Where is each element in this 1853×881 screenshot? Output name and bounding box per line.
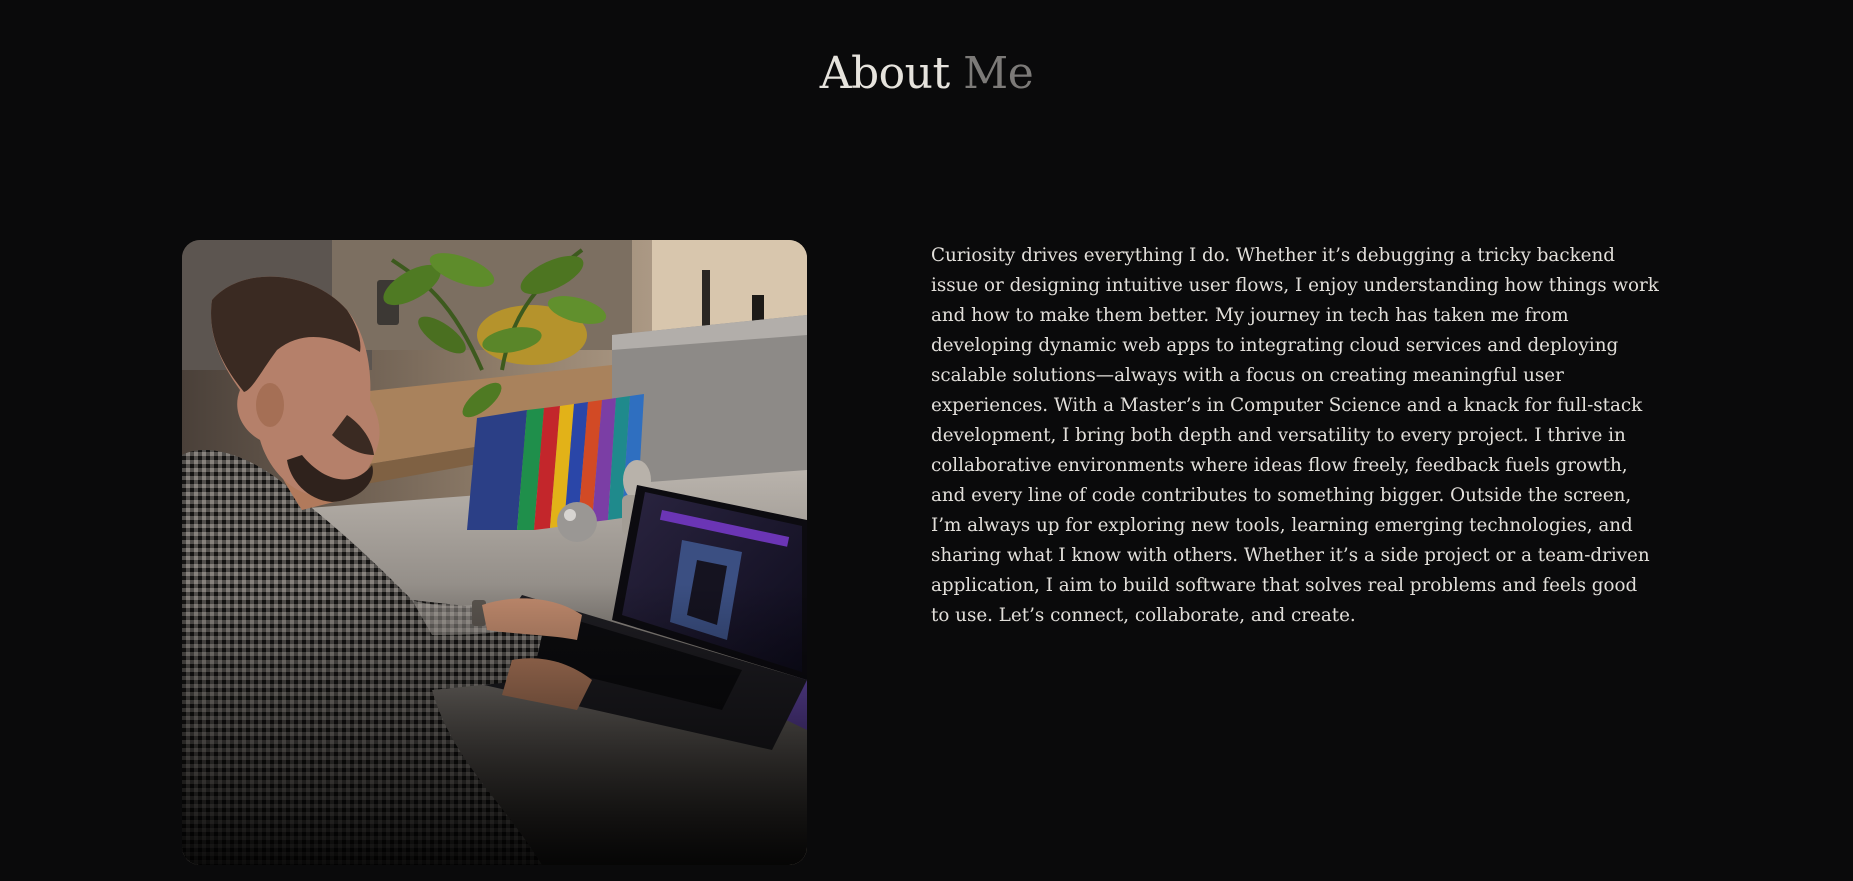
portrait-photo: [182, 240, 807, 865]
section-title: About Me: [0, 44, 1853, 104]
section-title-primary: About: [819, 48, 950, 99]
about-bio-text: Curiosity drives everything I do. Whethe…: [931, 245, 1659, 626]
section-title-accent: Me: [963, 48, 1034, 99]
portrait-photo-illustration: [182, 240, 807, 865]
